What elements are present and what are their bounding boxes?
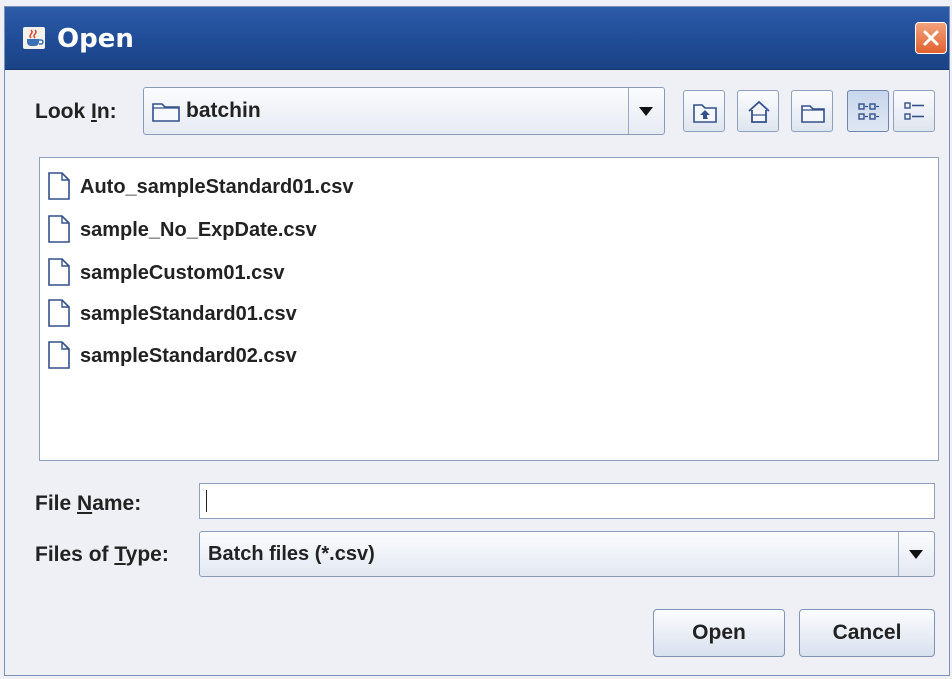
lookin-label: Look In: bbox=[35, 100, 117, 123]
close-icon bbox=[923, 30, 939, 46]
java-cup-icon bbox=[23, 27, 45, 49]
filetype-dropdown-arrow[interactable] bbox=[898, 532, 934, 576]
file-list[interactable]: Auto_sampleStandard01.csv sample_No_ExpD… bbox=[39, 157, 939, 461]
filetype-combo[interactable]: Batch files (*.csv) bbox=[199, 531, 935, 577]
filename-label: File Name: bbox=[35, 492, 142, 515]
file-icon bbox=[48, 215, 70, 243]
lookin-dropdown-arrow[interactable] bbox=[628, 88, 664, 134]
up-one-level-button[interactable] bbox=[683, 90, 725, 132]
chevron-down-icon bbox=[909, 550, 923, 559]
file-icon bbox=[48, 258, 70, 286]
new-folder-button[interactable] bbox=[791, 90, 833, 132]
file-icon bbox=[48, 299, 70, 327]
file-icon bbox=[48, 341, 70, 369]
close-button[interactable] bbox=[915, 22, 947, 54]
text-caret bbox=[206, 490, 207, 512]
details-view-icon bbox=[904, 102, 924, 120]
chevron-down-icon bbox=[639, 107, 653, 116]
open-button[interactable]: Open bbox=[653, 609, 785, 657]
cancel-button[interactable]: Cancel bbox=[799, 609, 935, 657]
title-bar[interactable]: Open bbox=[5, 7, 949, 70]
list-view-icon bbox=[858, 103, 879, 120]
details-view-button[interactable] bbox=[893, 90, 935, 132]
new-folder-icon bbox=[801, 105, 825, 123]
lookin-combo[interactable]: batchin bbox=[143, 87, 665, 135]
folder-icon bbox=[152, 103, 180, 122]
list-view-button[interactable] bbox=[847, 90, 889, 132]
file-name: sample_No_ExpDate.csv bbox=[80, 219, 317, 241]
open-dialog: Open Look In: batchin Auto_sampleStandar… bbox=[4, 6, 950, 676]
lookin-value: batchin bbox=[186, 99, 261, 122]
window-title: Open bbox=[57, 24, 134, 54]
filetype-label: Files of Type: bbox=[35, 543, 169, 566]
up-folder-icon bbox=[693, 104, 717, 123]
file-name: sampleStandard02.csv bbox=[80, 345, 297, 367]
file-name: sampleStandard01.csv bbox=[80, 303, 297, 325]
filename-field[interactable] bbox=[199, 483, 935, 519]
file-name: Auto_sampleStandard01.csv bbox=[80, 176, 354, 198]
file-icon bbox=[48, 172, 70, 200]
home-button[interactable] bbox=[737, 90, 779, 132]
filetype-value: Batch files (*.csv) bbox=[208, 543, 375, 565]
file-name: sampleCustom01.csv bbox=[80, 262, 285, 284]
home-icon bbox=[748, 100, 770, 123]
